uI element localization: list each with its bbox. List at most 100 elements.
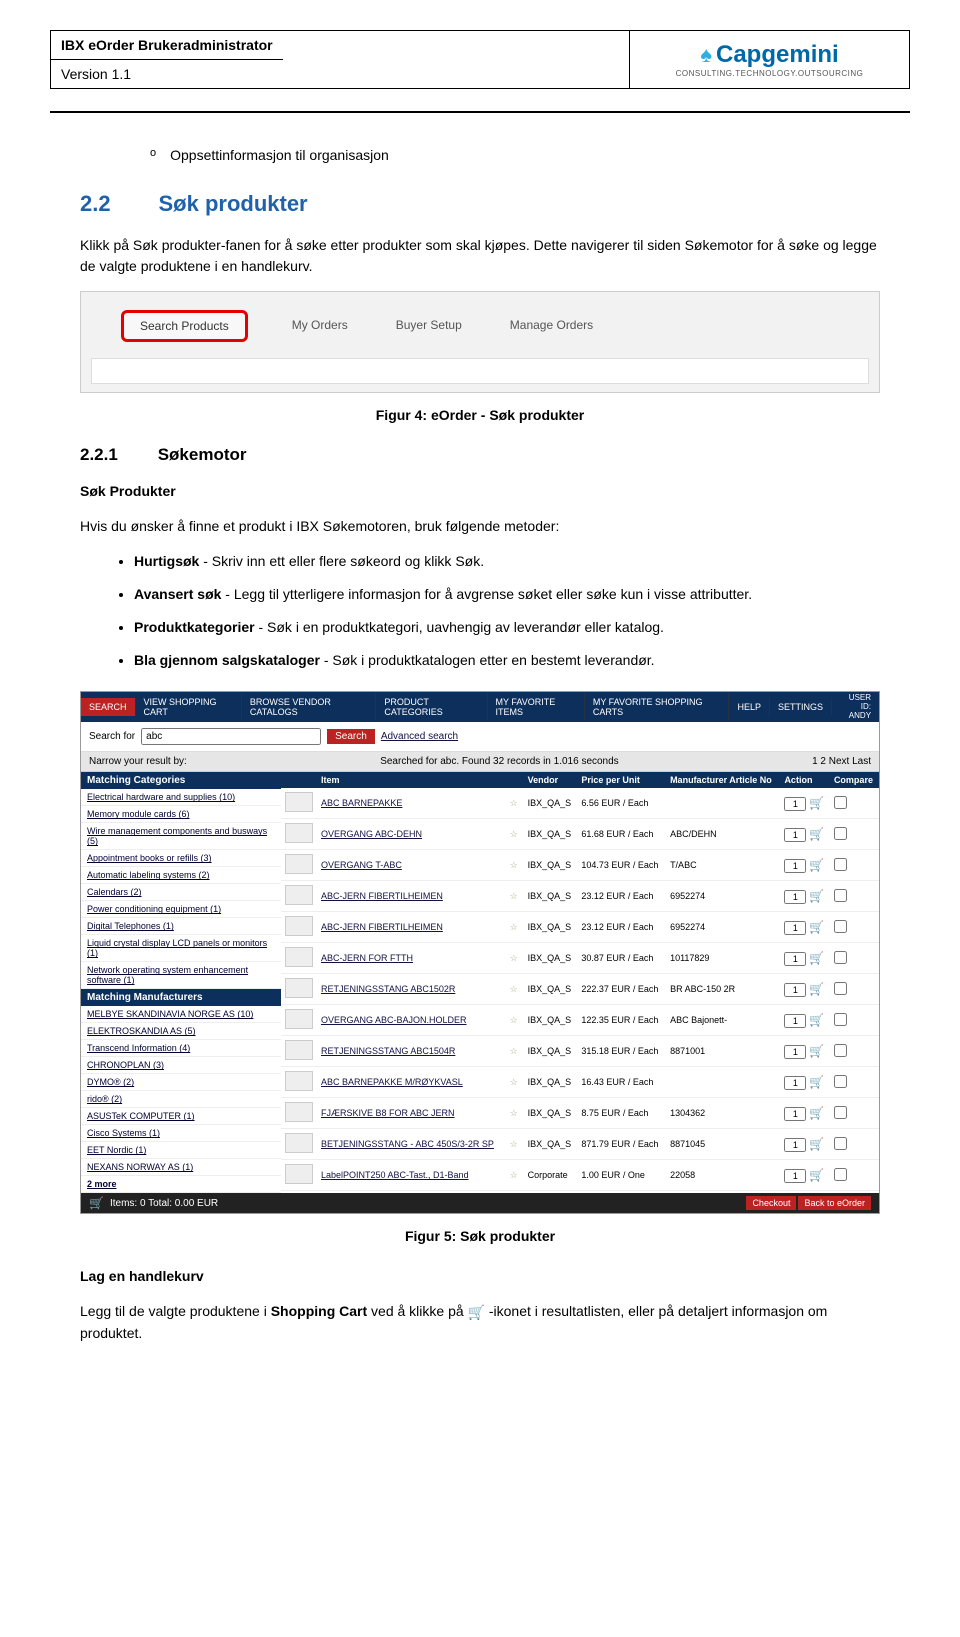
compare-checkbox[interactable] [834, 889, 847, 902]
favorite-star-icon[interactable]: ☆ [510, 891, 518, 901]
compare-checkbox[interactable] [834, 1106, 847, 1119]
tab-buyer-setup[interactable]: Buyer Setup [392, 310, 466, 342]
nav-favorite-carts[interactable]: MY FAVORITE SHOPPING CARTS [585, 693, 730, 721]
product-name-link[interactable]: BETJENINGSSTANG - ABC 450S/3-2R SP [321, 1139, 494, 1149]
favorite-star-icon[interactable]: ☆ [510, 922, 518, 932]
sidebar-manufacturer-item[interactable]: DYMO® (2) [81, 1074, 281, 1091]
product-name-link[interactable]: OVERGANG T-ABC [321, 860, 402, 870]
nav-browse-catalogs[interactable]: BROWSE VENDOR CATALOGS [242, 693, 376, 721]
sidebar-category-item[interactable]: Automatic labeling systems (2) [81, 867, 281, 884]
checkout-button[interactable]: Checkout [746, 1196, 796, 1210]
nav-search[interactable]: SEARCH [81, 698, 136, 716]
qty-input[interactable] [784, 1045, 806, 1059]
product-name-link[interactable]: OVERGANG ABC-BAJON.HOLDER [321, 1015, 467, 1025]
compare-checkbox[interactable] [834, 1044, 847, 1057]
add-to-cart-icon[interactable]: 🛒 [809, 1044, 824, 1058]
qty-input[interactable] [784, 1138, 806, 1152]
favorite-star-icon[interactable]: ☆ [510, 1108, 518, 1118]
sidebar-more-link[interactable]: 2 more [81, 1176, 281, 1193]
pager[interactable]: 1 2 Next Last [812, 756, 871, 767]
compare-checkbox[interactable] [834, 951, 847, 964]
favorite-star-icon[interactable]: ☆ [510, 798, 518, 808]
qty-input[interactable] [784, 952, 806, 966]
compare-checkbox[interactable] [834, 796, 847, 809]
sidebar-category-item[interactable]: Appointment books or refills (3) [81, 850, 281, 867]
nav-view-cart[interactable]: VIEW SHOPPING CART [136, 693, 242, 721]
qty-input[interactable] [784, 921, 806, 935]
add-to-cart-icon[interactable]: 🛒 [809, 796, 824, 810]
add-to-cart-icon[interactable]: 🛒 [809, 1075, 824, 1089]
compare-checkbox[interactable] [834, 982, 847, 995]
compare-checkbox[interactable] [834, 1013, 847, 1026]
qty-input[interactable] [784, 1169, 806, 1183]
add-to-cart-icon[interactable]: 🛒 [809, 1106, 824, 1120]
product-name-link[interactable]: ABC BARNEPAKKE M/RØYKVASL [321, 1077, 463, 1087]
sidebar-category-item[interactable]: Liquid crystal display LCD panels or mon… [81, 935, 281, 962]
nav-product-categories[interactable]: PRODUCT CATEGORIES [376, 693, 487, 721]
compare-checkbox[interactable] [834, 1075, 847, 1088]
qty-input[interactable] [784, 1107, 806, 1121]
add-to-cart-icon[interactable]: 🛒 [809, 1013, 824, 1027]
sidebar-manufacturer-item[interactable]: rido® (2) [81, 1091, 281, 1108]
advanced-search-link[interactable]: Advanced search [381, 731, 458, 742]
favorite-star-icon[interactable]: ☆ [510, 1139, 518, 1149]
search-button[interactable]: Search [327, 729, 375, 744]
search-input[interactable] [141, 728, 321, 745]
product-name-link[interactable]: RETJENINGSSTANG ABC1504R [321, 1046, 455, 1056]
add-to-cart-icon[interactable]: 🛒 [809, 827, 824, 841]
product-name-link[interactable]: ABC-JERN FIBERTILHEIMEN [321, 922, 443, 932]
sidebar-manufacturer-item[interactable]: CHRONOPLAN (3) [81, 1057, 281, 1074]
add-to-cart-icon[interactable]: 🛒 [809, 1137, 824, 1151]
product-name-link[interactable]: RETJENINGSSTANG ABC1502R [321, 984, 455, 994]
nav-settings[interactable]: SETTINGS [770, 698, 832, 716]
qty-input[interactable] [784, 1076, 806, 1090]
product-name-link[interactable]: LabelPOINT250 ABC-Tast., D1-Band [321, 1170, 469, 1180]
qty-input[interactable] [784, 859, 806, 873]
sidebar-category-item[interactable]: Power conditioning equipment (1) [81, 901, 281, 918]
tab-search-products[interactable]: Search Products [121, 310, 248, 342]
add-to-cart-icon[interactable]: 🛒 [809, 889, 824, 903]
compare-checkbox[interactable] [834, 920, 847, 933]
sidebar-manufacturer-item[interactable]: ELEKTROSKANDIA AS (5) [81, 1023, 281, 1040]
add-to-cart-icon[interactable]: 🛒 [809, 920, 824, 934]
sidebar-category-item[interactable]: Wire management components and busways (… [81, 823, 281, 850]
sidebar-manufacturer-item[interactable]: EET Nordic (1) [81, 1142, 281, 1159]
sidebar-manufacturer-item[interactable]: MELBYE SKANDINAVIA NORGE AS (10) [81, 1006, 281, 1023]
sidebar-category-item[interactable]: Digital Telephones (1) [81, 918, 281, 935]
product-name-link[interactable]: OVERGANG ABC-DEHN [321, 829, 422, 839]
back-to-eorder-button[interactable]: Back to eOrder [798, 1196, 871, 1210]
add-to-cart-icon[interactable]: 🛒 [809, 982, 824, 996]
product-name-link[interactable]: ABC-JERN FOR FTTH [321, 953, 413, 963]
nav-help[interactable]: HELP [729, 698, 770, 716]
qty-input[interactable] [784, 828, 806, 842]
sidebar-category-item[interactable]: Electrical hardware and supplies (10) [81, 789, 281, 806]
qty-input[interactable] [784, 890, 806, 904]
qty-input[interactable] [784, 797, 806, 811]
sidebar-manufacturer-item[interactable]: Cisco Systems (1) [81, 1125, 281, 1142]
sidebar-manufacturer-item[interactable]: Transcend Information (4) [81, 1040, 281, 1057]
product-name-link[interactable]: ABC BARNEPAKKE [321, 798, 402, 808]
sidebar-manufacturer-item[interactable]: NEXANS NORWAY AS (1) [81, 1159, 281, 1176]
sidebar-category-item[interactable]: Memory module cards (6) [81, 806, 281, 823]
favorite-star-icon[interactable]: ☆ [510, 1046, 518, 1056]
tab-my-orders[interactable]: My Orders [288, 310, 352, 342]
sidebar-category-item[interactable]: Network operating system enhancement sof… [81, 962, 281, 989]
product-name-link[interactable]: FJÆRSKIVE B8 FOR ABC JERN [321, 1108, 455, 1118]
favorite-star-icon[interactable]: ☆ [510, 1170, 518, 1180]
sidebar-manufacturer-item[interactable]: ASUSTeK COMPUTER (1) [81, 1108, 281, 1125]
add-to-cart-icon[interactable]: 🛒 [809, 1168, 824, 1182]
tab-manage-orders[interactable]: Manage Orders [506, 310, 597, 342]
qty-input[interactable] [784, 1014, 806, 1028]
favorite-star-icon[interactable]: ☆ [510, 1077, 518, 1087]
compare-checkbox[interactable] [834, 858, 847, 871]
compare-checkbox[interactable] [834, 1168, 847, 1181]
add-to-cart-icon[interactable]: 🛒 [809, 951, 824, 965]
favorite-star-icon[interactable]: ☆ [510, 829, 518, 839]
favorite-star-icon[interactable]: ☆ [510, 860, 518, 870]
favorite-star-icon[interactable]: ☆ [510, 984, 518, 994]
favorite-star-icon[interactable]: ☆ [510, 953, 518, 963]
compare-checkbox[interactable] [834, 1137, 847, 1150]
favorite-star-icon[interactable]: ☆ [510, 1015, 518, 1025]
compare-checkbox[interactable] [834, 827, 847, 840]
qty-input[interactable] [784, 983, 806, 997]
